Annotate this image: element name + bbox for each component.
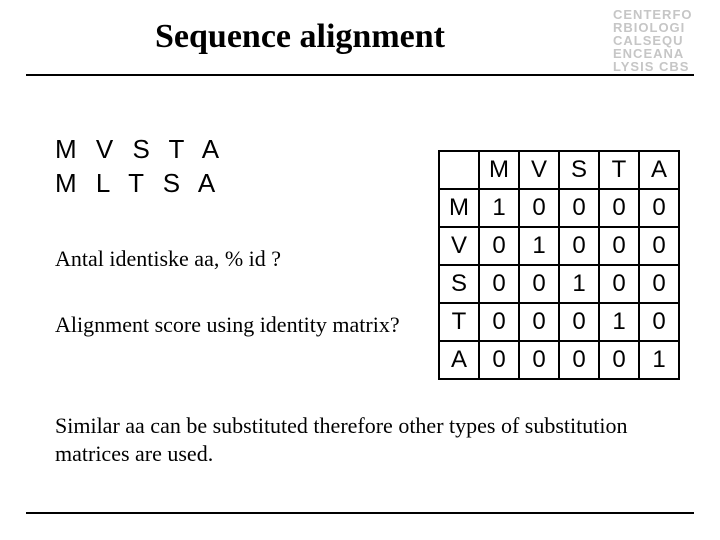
sequences-block: M V S T A M L T S A xyxy=(55,132,225,200)
matrix-cell: 0 xyxy=(479,341,519,379)
matrix-col-header: S xyxy=(559,151,599,189)
matrix-cell: 1 xyxy=(599,303,639,341)
matrix-cell: 0 xyxy=(519,265,559,303)
matrix-cell: 0 xyxy=(639,265,679,303)
question-score: Alignment score using identity matrix? xyxy=(55,312,400,338)
institution-logo: CENTERFO RBIOLOGI CALSEQU ENCEANA LYSIS … xyxy=(613,8,708,73)
matrix-cell: 0 xyxy=(519,303,559,341)
matrix-col-header: A xyxy=(639,151,679,189)
matrix-cell: 1 xyxy=(639,341,679,379)
identity-matrix: M V S T A M 1 0 0 0 0 V 0 1 0 0 0 xyxy=(438,150,680,380)
matrix-cell: 0 xyxy=(599,189,639,227)
matrix-cell: 0 xyxy=(639,189,679,227)
matrix-cell: 0 xyxy=(479,227,519,265)
matrix-cell: 0 xyxy=(639,227,679,265)
top-divider xyxy=(26,74,694,76)
question-identity: Antal identiske aa, % id ? xyxy=(55,246,281,272)
matrix-table: M V S T A M 1 0 0 0 0 V 0 1 0 0 0 xyxy=(438,150,680,380)
matrix-cell: 0 xyxy=(519,341,559,379)
matrix-cell: 0 xyxy=(599,341,639,379)
matrix-cell: 0 xyxy=(599,227,639,265)
matrix-cell: 0 xyxy=(479,265,519,303)
matrix-col-header: V xyxy=(519,151,559,189)
matrix-row-header: V xyxy=(439,227,479,265)
matrix-cell: 0 xyxy=(519,189,559,227)
matrix-cell: 0 xyxy=(639,303,679,341)
matrix-col-header: T xyxy=(599,151,639,189)
matrix-row-header: A xyxy=(439,341,479,379)
matrix-row-header: M xyxy=(439,189,479,227)
matrix-corner xyxy=(439,151,479,189)
bottom-divider xyxy=(26,512,694,514)
matrix-cell: 0 xyxy=(559,303,599,341)
matrix-cell: 1 xyxy=(519,227,559,265)
matrix-row-header: S xyxy=(439,265,479,303)
matrix-row-header: T xyxy=(439,303,479,341)
matrix-cell: 0 xyxy=(599,265,639,303)
matrix-cell: 0 xyxy=(559,341,599,379)
matrix-col-header: M xyxy=(479,151,519,189)
matrix-cell: 0 xyxy=(559,189,599,227)
slide-title: Sequence alignment xyxy=(0,18,600,56)
matrix-cell: 1 xyxy=(479,189,519,227)
sequence-1: M V S T A xyxy=(55,132,225,166)
matrix-cell: 0 xyxy=(479,303,519,341)
sequence-2: M L T S A xyxy=(55,166,225,200)
matrix-cell: 0 xyxy=(559,227,599,265)
footer-note: Similar aa can be substituted therefore … xyxy=(55,412,665,468)
matrix-cell: 1 xyxy=(559,265,599,303)
slide: CENTERFO RBIOLOGI CALSEQU ENCEANA LYSIS … xyxy=(0,0,720,540)
